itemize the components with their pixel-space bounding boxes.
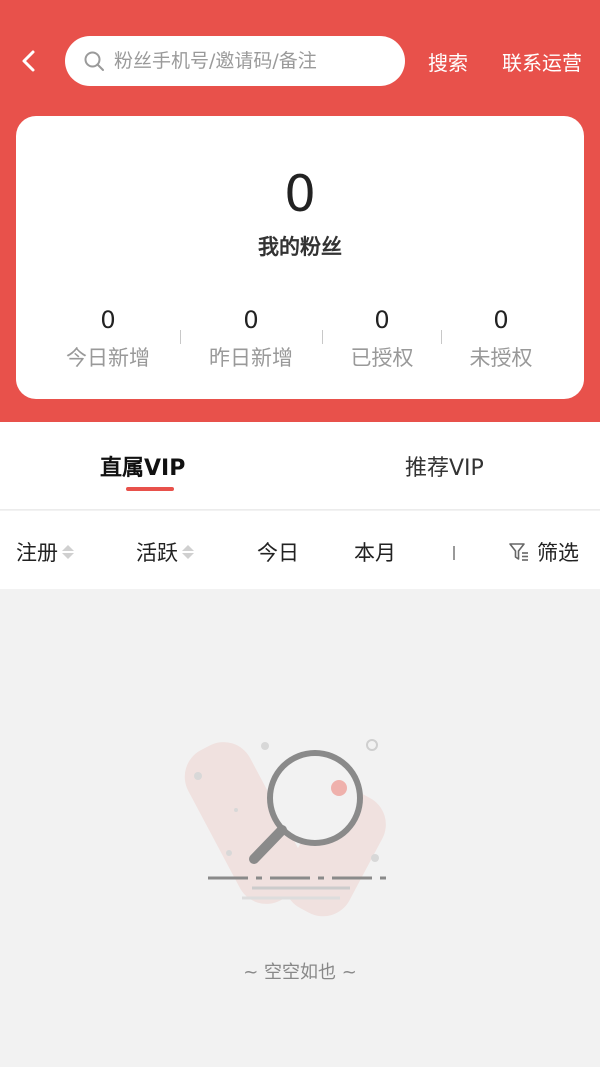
filter-bar: 注册 活跃 今日 本月 筛选 <box>0 511 600 589</box>
stat-label: 未授权 <box>469 346 533 370</box>
stat-label: 昨日新增 <box>209 346 293 370</box>
contact-operator-button[interactable]: 联系运营 <box>502 47 582 76</box>
fans-total-label: 我的粉丝 <box>258 235 342 259</box>
sort-active-button[interactable]: 活跃 <box>136 537 194 567</box>
search-button[interactable]: 搜索 <box>428 47 468 76</box>
search-box[interactable] <box>65 36 405 86</box>
filter-month-button[interactable]: 本月 <box>354 537 396 567</box>
vip-tabs: 直属VIP 推荐VIP <box>0 422 600 510</box>
tab-direct-vip[interactable]: 直属VIP <box>100 450 185 482</box>
tab-recommended-vip[interactable]: 推荐VIP <box>405 450 484 482</box>
fans-total-count: 0 <box>284 165 316 223</box>
funnel-icon <box>509 543 528 561</box>
filter-label: 筛选 <box>537 541 579 565</box>
sort-arrows-icon <box>182 545 194 559</box>
stat-divider <box>180 330 181 344</box>
stat-divider <box>441 330 442 344</box>
stat-unauthorized[interactable]: 0 未授权 <box>457 304 545 374</box>
search-input[interactable] <box>114 50 384 72</box>
stat-divider <box>322 330 323 344</box>
stat-label: 已授权 <box>350 346 414 370</box>
sort-register-button[interactable]: 注册 <box>16 537 74 567</box>
filter-button[interactable]: 筛选 <box>507 537 579 567</box>
stat-value: 0 <box>243 306 259 334</box>
stat-label: 今日新增 <box>66 346 150 370</box>
stat-value: 0 <box>493 306 509 334</box>
back-button[interactable] <box>12 44 46 78</box>
filter-today-button[interactable]: 今日 <box>257 537 299 567</box>
chevron-left-icon <box>22 50 35 72</box>
header: 搜索 联系运营 0 我的粉丝 0 今日新增 0 昨日新增 0 已授权 0 未授权 <box>0 0 600 422</box>
stat-yesterday-new[interactable]: 0 昨日新增 <box>201 304 301 374</box>
filter-divider <box>453 546 455 560</box>
fans-summary-card: 0 我的粉丝 0 今日新增 0 昨日新增 0 已授权 0 未授权 <box>16 116 584 399</box>
stat-authorized[interactable]: 0 已授权 <box>338 304 426 374</box>
sort-active-label: 活跃 <box>136 541 178 565</box>
stat-value: 0 <box>100 306 116 334</box>
empty-state-text: ~ 空空如也 ~ <box>243 962 357 983</box>
search-icon <box>83 50 105 72</box>
stat-today-new[interactable]: 0 今日新增 <box>58 304 158 374</box>
sort-arrows-icon <box>62 545 74 559</box>
stat-value: 0 <box>374 306 390 334</box>
empty-search-illustration <box>180 718 420 928</box>
sort-register-label: 注册 <box>16 541 58 565</box>
active-tab-indicator <box>126 487 174 491</box>
